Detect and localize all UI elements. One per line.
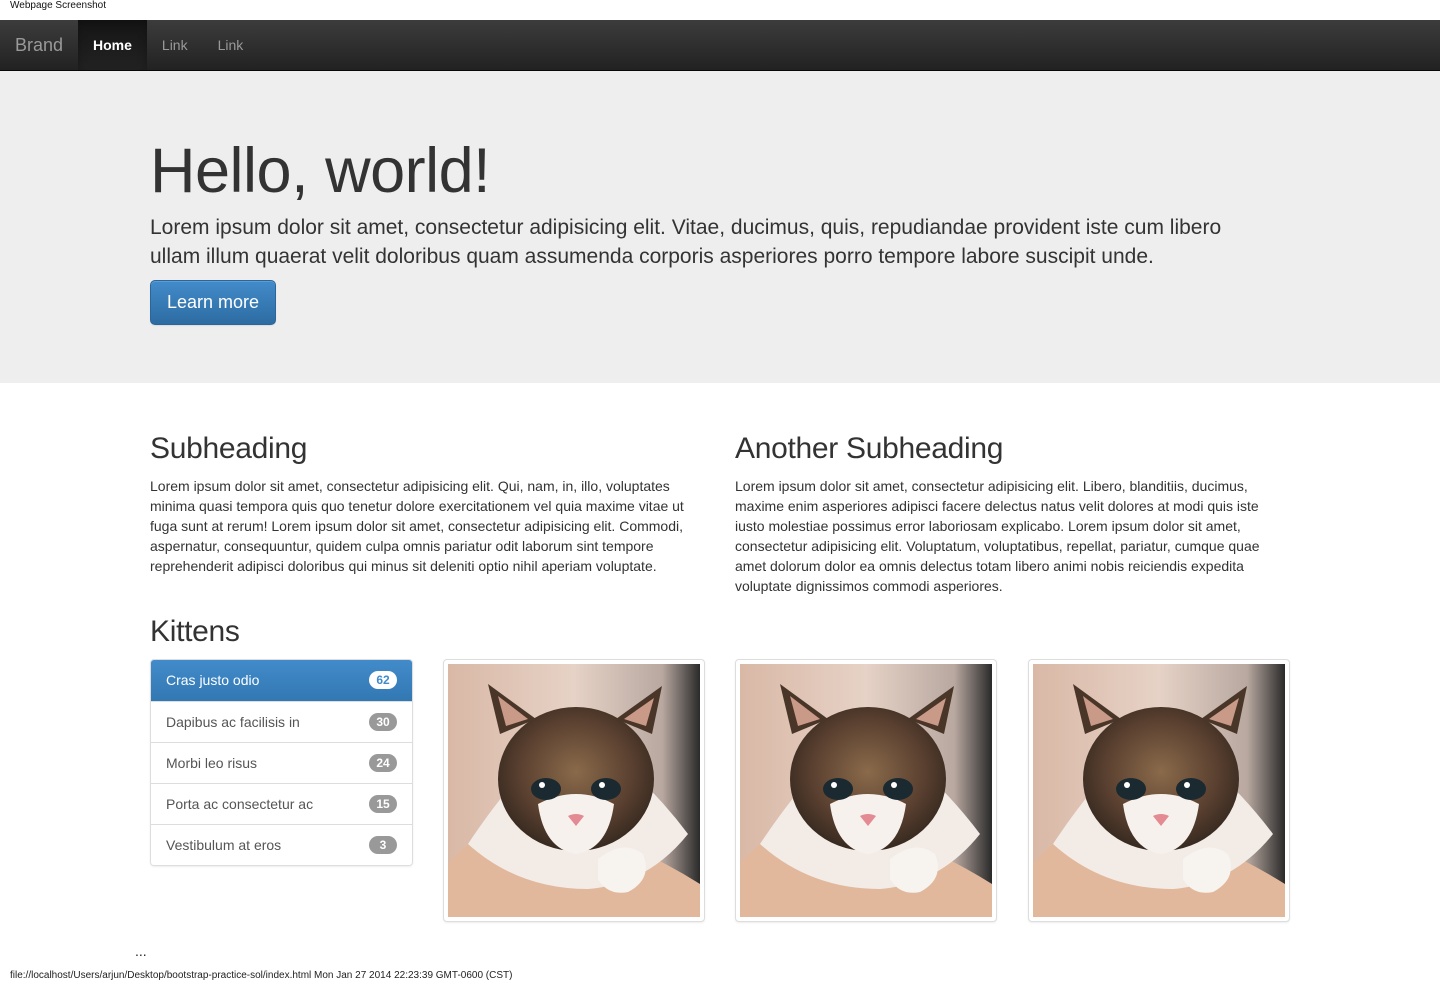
kitten-photo-icon [448,664,700,917]
count-badge: 24 [369,754,397,772]
kitten-thumbnail[interactable] [735,659,997,922]
count-badge: 30 [369,713,397,731]
list-item-label: Cras justo odio [166,672,260,688]
count-badge: 15 [369,795,397,813]
section-subheading: Subheading Lorem ipsum dolor sit amet, c… [150,432,710,576]
list-item[interactable]: Vestibulum at eros 3 [151,824,412,865]
nav-link-home[interactable]: Home [78,20,147,70]
kitten-photo-icon [740,664,992,917]
kittens-list-group: Cras justo odio 62 Dapibus ac facilisis … [150,659,413,866]
nav-link-2[interactable]: Link [203,20,259,70]
list-item-label: Dapibus ac facilisis in [166,714,300,730]
list-item-label: Vestibulum at eros [166,837,282,853]
jumbotron-title: Hello, world! [150,136,491,206]
section-body: Lorem ipsum dolor sit amet, consectetur … [150,478,684,574]
page-caption: Webpage Screenshot [10,0,106,11]
jumbotron-text: Lorem ipsum dolor sit amet, consectetur … [150,216,1222,268]
section-heading: Subheading [150,432,308,465]
navbar: Brand Home Link Link [0,20,1440,71]
section-another-subheading: Another Subheading Lorem ipsum dolor sit… [735,432,1290,596]
kitten-thumbnail[interactable] [443,659,705,922]
nav-link-1[interactable]: Link [147,20,203,70]
count-badge: 62 [369,671,397,689]
footer-url: file://localhost/Users/arjun/Desktop/boo… [10,970,513,981]
list-item[interactable]: Dapibus ac facilisis in 30 [151,701,412,742]
kittens-heading: Kittens [150,615,240,648]
list-item-label: Porta ac consectetur ac [166,796,314,812]
jumbotron: Hello, world! Lorem ipsum dolor sit amet… [0,71,1440,383]
learn-more-button[interactable]: Learn more [150,280,276,325]
list-item-label: Morbi leo risus [166,755,258,771]
kitten-photo-icon [1033,664,1285,917]
section-heading: Another Subheading [735,432,1004,465]
list-item[interactable]: Morbi leo risus 24 [151,742,412,783]
navbar-links: Home Link Link [78,20,258,70]
section-body: Lorem ipsum dolor sit amet, consectetur … [735,478,1260,594]
kitten-thumbnail[interactable] [1028,659,1290,922]
list-item[interactable]: Porta ac consectetur ac 15 [151,783,412,824]
list-item[interactable]: Cras justo odio 62 [151,660,412,701]
count-badge: 3 [369,836,397,854]
ellipsis-text: ... [135,943,147,959]
navbar-brand[interactable]: Brand [15,20,63,70]
